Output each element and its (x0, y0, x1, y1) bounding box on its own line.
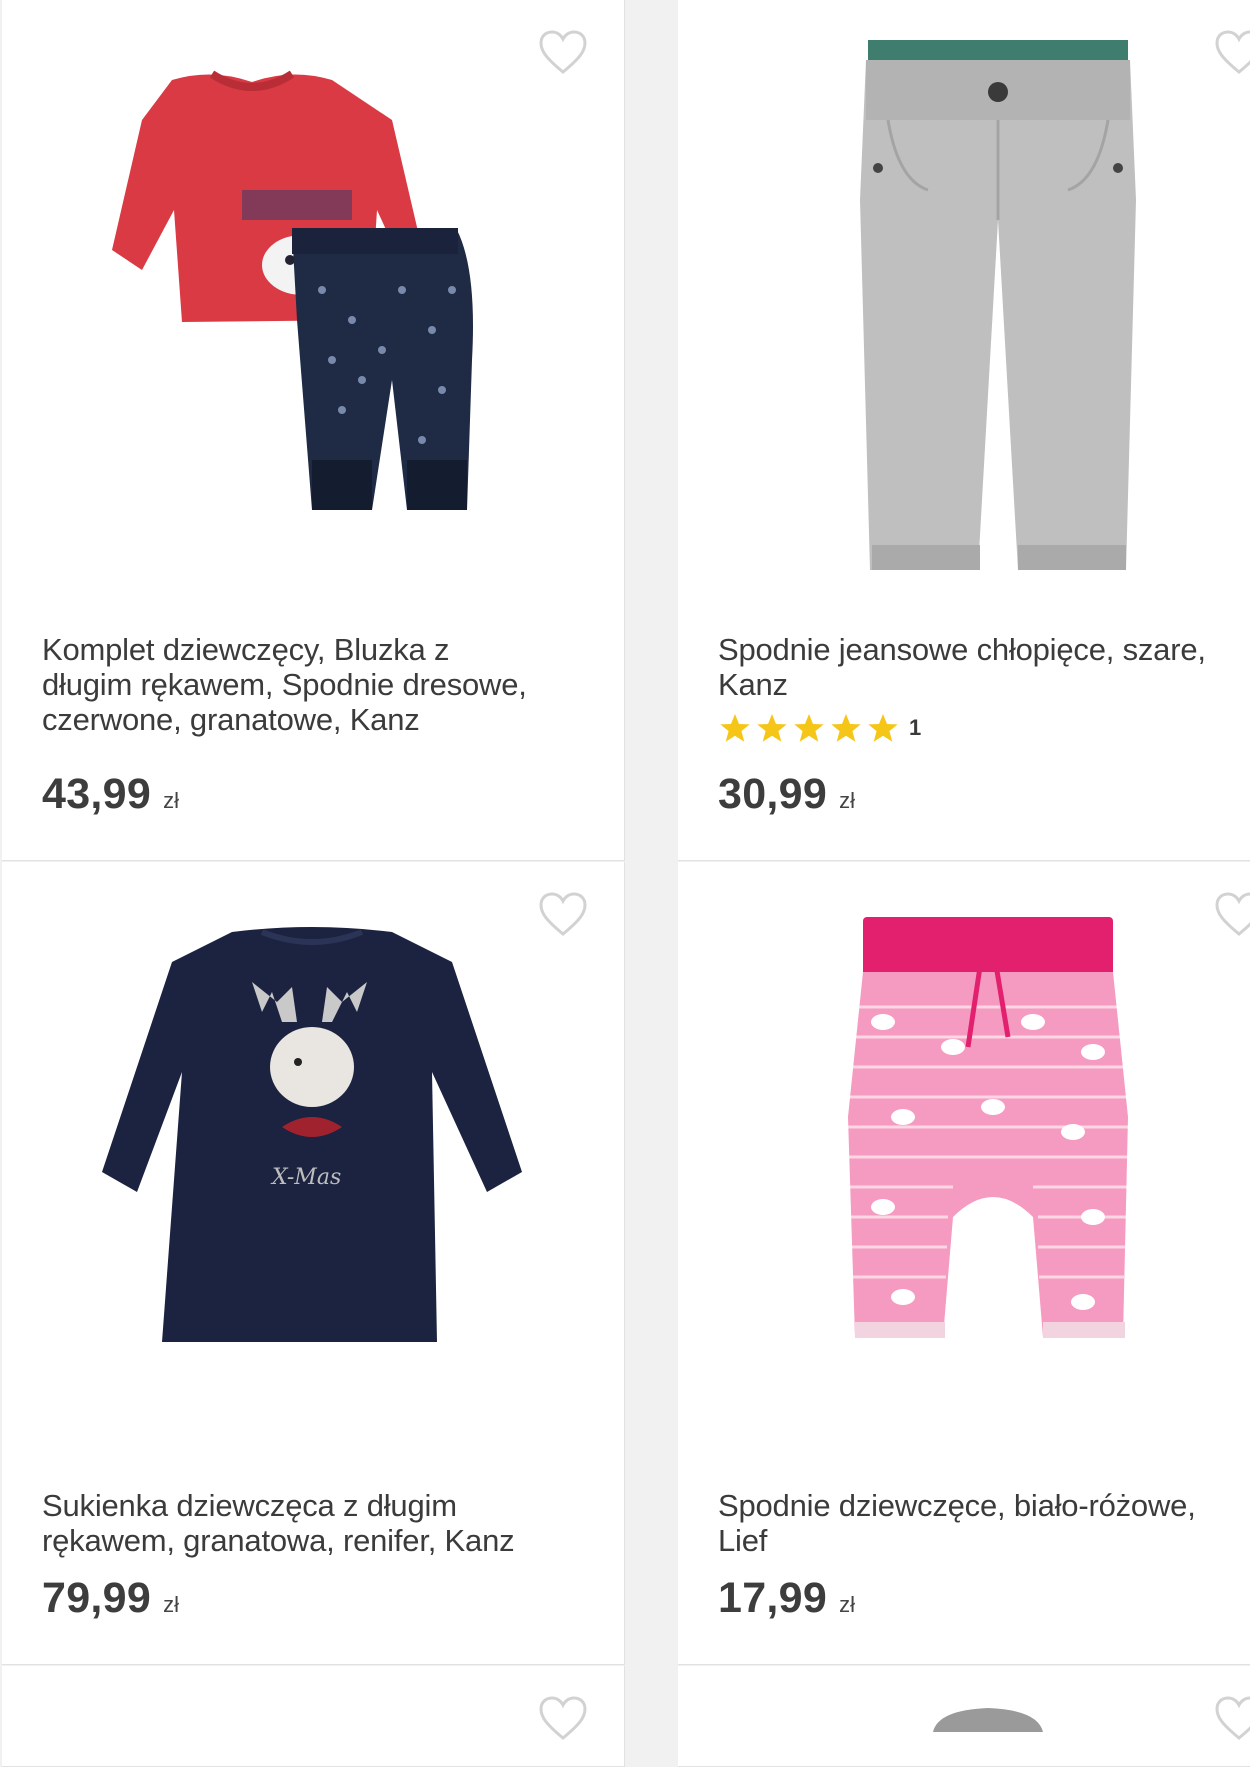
price-currency: zł (163, 788, 179, 813)
price-currency: zł (163, 1592, 179, 1617)
price-value: 43,99 (42, 770, 152, 818)
price-value: 79,99 (42, 1574, 152, 1622)
product-price: 30,99 zł (718, 770, 855, 819)
product-card[interactable] (678, 1666, 1250, 1767)
star-icon (829, 712, 863, 744)
product-card[interactable]: X-Mas Sukienka dziewczęca z długim rękaw… (2, 862, 625, 1665)
product-image[interactable] (678, 0, 1250, 600)
product-title[interactable]: Spodnie dziewczęce, biało-różowe, Lief (718, 1488, 1250, 1558)
product-card[interactable]: Spodnie dziewczęce, biało-różowe, Lief 1… (678, 862, 1250, 1665)
product-image[interactable] (2, 0, 624, 600)
favorite-heart-icon[interactable] (1214, 1696, 1250, 1742)
star-icon (718, 712, 752, 744)
star-icon (792, 712, 826, 744)
product-card[interactable] (2, 1666, 625, 1767)
price-value: 30,99 (718, 770, 828, 818)
star-icon (755, 712, 789, 744)
star-icon (866, 712, 900, 744)
price-currency: zł (839, 788, 855, 813)
favorite-heart-icon[interactable] (538, 1696, 588, 1742)
product-price: 43,99 zł (42, 770, 179, 819)
price-currency: zł (839, 1592, 855, 1617)
svg-text:X-Mas: X-Mas (270, 1165, 341, 1190)
product-card[interactable]: Spodnie jeansowe chłopięce, szare, Kanz … (678, 0, 1250, 861)
product-price: 79,99 zł (42, 1574, 179, 1623)
rating-count: 1 (909, 715, 922, 740)
rating: 1 (718, 712, 921, 744)
product-image[interactable] (678, 862, 1250, 1462)
product-title[interactable]: Spodnie jeansowe chłopięce, szare, Kanz (718, 632, 1250, 702)
price-value: 17,99 (718, 1574, 828, 1622)
product-image[interactable] (928, 1702, 1048, 1732)
product-card[interactable]: Komplet dziewczęcy, Bluzka z długim ręka… (2, 0, 625, 861)
product-price: 17,99 zł (718, 1574, 855, 1623)
product-image[interactable]: X-Mas (2, 862, 624, 1462)
product-title[interactable]: Sukienka dziewczęca z długim rękawem, gr… (42, 1488, 604, 1558)
product-title[interactable]: Komplet dziewczęcy, Bluzka z długim ręka… (42, 632, 604, 737)
